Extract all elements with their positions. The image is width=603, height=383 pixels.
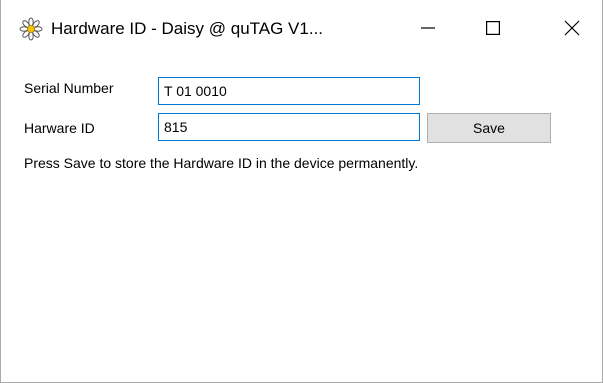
- hardware-id-window: Hardware ID - Daisy @ quTAG V1... Serial…: [0, 0, 603, 383]
- minimize-button[interactable]: [398, 0, 458, 60]
- save-hint-text: Press Save to store the Hardware ID in t…: [24, 155, 419, 171]
- maximize-icon: [486, 20, 501, 40]
- close-button[interactable]: [542, 0, 602, 60]
- window-title: Hardware ID - Daisy @ quTAG V1...: [51, 19, 324, 38]
- save-button[interactable]: Save: [427, 113, 551, 143]
- form-area: Serial Number Harware ID Save Press Save…: [1, 60, 602, 382]
- hardware-id-field[interactable]: [158, 113, 420, 141]
- hardware-id-label: Harware ID: [24, 120, 95, 136]
- serial-number-field[interactable]: [158, 77, 420, 105]
- minimize-icon: [421, 21, 435, 40]
- maximize-button[interactable]: [463, 0, 523, 60]
- daisy-flower-icon: [19, 17, 43, 41]
- serial-number-label: Serial Number: [24, 80, 114, 96]
- close-icon: [564, 20, 580, 41]
- title-bar[interactable]: Hardware ID - Daisy @ quTAG V1...: [1, 0, 602, 60]
